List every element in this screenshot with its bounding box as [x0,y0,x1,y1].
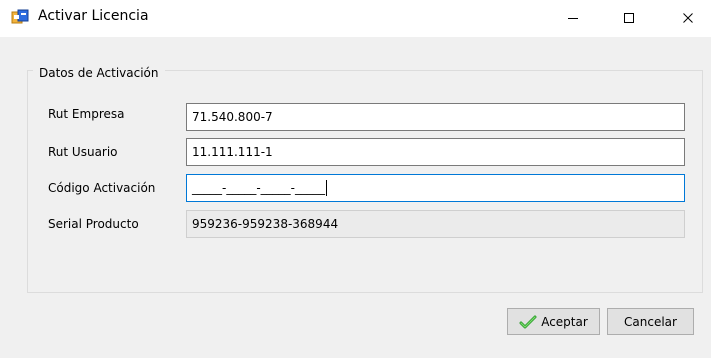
serial-producto-label: Serial Producto [48,217,139,231]
minimize-icon [567,9,579,28]
codigo-activacion-label: Código Activación [48,181,156,195]
groupbox-title: Datos de Activación [33,65,165,81]
accept-button[interactable]: Aceptar [507,308,600,335]
rut-usuario-value: 11.111.111-1 [192,145,273,159]
checkmark-icon [519,314,537,330]
titlebar: Activar Licencia [0,0,711,37]
close-button[interactable] [665,0,711,37]
dialog-content: Datos de Activación Rut Empresa 71.540.8… [0,37,711,358]
rut-empresa-input[interactable]: 71.540.800-7 [186,103,685,131]
maximize-button[interactable] [606,0,652,37]
rut-empresa-label: Rut Empresa [48,107,125,121]
codigo-activacion-value: _____-_____-_____-_____ [192,181,325,195]
serial-producto-input: 959236-959238-368944 [186,210,685,238]
text-caret [326,180,327,196]
cancel-button-label: Cancelar [624,314,677,329]
window-title: Activar Licencia [38,8,149,24]
rut-usuario-input[interactable]: 11.111.111-1 [186,138,685,166]
app-icon [11,9,29,27]
rut-usuario-label: Rut Usuario [48,145,118,159]
codigo-activacion-input[interactable]: _____-_____-_____-_____ [186,174,685,202]
activation-dialog: Activar Licencia Datos de Activación Rut… [0,0,711,358]
accept-button-label: Aceptar [541,314,588,329]
minimize-button[interactable] [550,0,596,37]
cancel-button[interactable]: Cancelar [607,308,694,335]
rut-empresa-value: 71.540.800-7 [192,110,273,124]
serial-producto-value: 959236-959238-368944 [192,217,339,231]
maximize-icon [623,9,635,28]
close-icon [682,9,694,28]
